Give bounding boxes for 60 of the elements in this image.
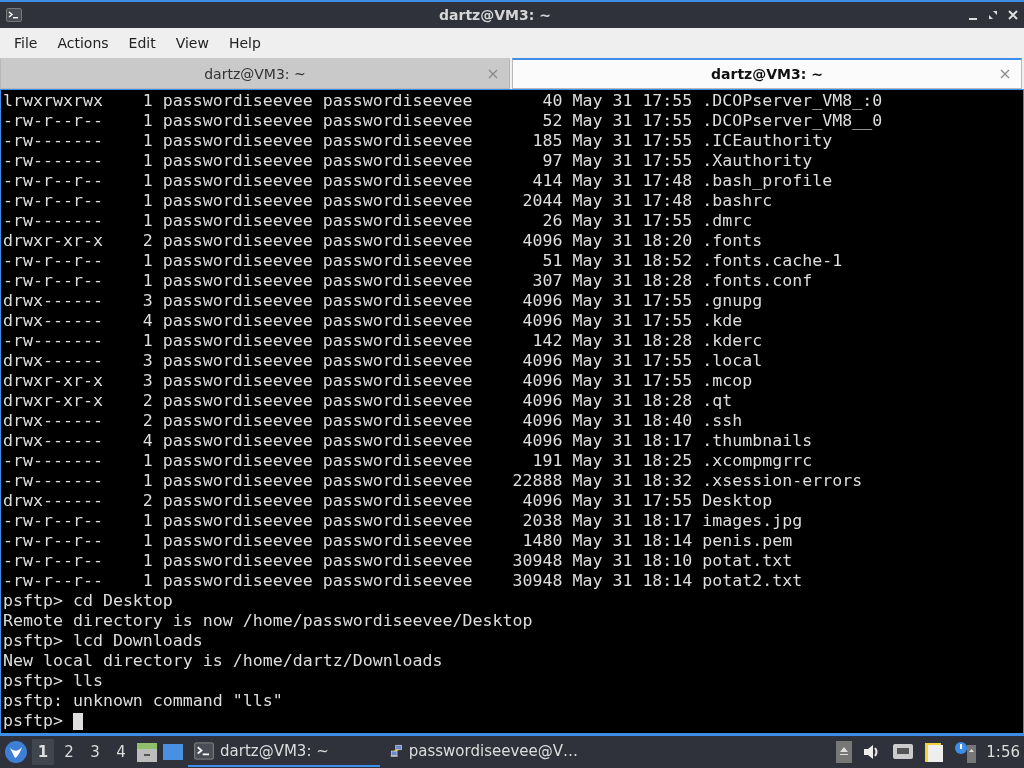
tab[interactable]: dartz@VM3: ~ (0, 58, 510, 89)
tab[interactable]: dartz@VM3: ~ (512, 58, 1022, 89)
terminal-line: drwx------ 2 passwordiseevee passwordiseevee 4096 May 31 18:40 .ssh (3, 411, 743, 431)
terminal-line: lrwxrwxrwx 1 passwordiseevee passwordiseevee 40 May 31 17:55 .DCOPserver_VM8_:0 (3, 91, 883, 111)
terminal-line: drwx------ 4 passwordiseevee passwordiseevee 4096 May 31 17:55 .kde (3, 311, 743, 331)
terminal-line: Remote directory is now /home/passwordiseevee/Desktop (3, 611, 533, 631)
clock: 1:56 (986, 743, 1020, 761)
terminal-line: psftp> lls (3, 671, 103, 691)
terminal-line: -rw-r--r-- 1 passwordiseevee passwordiseevee 307 May 31 18:28 .fonts.conf (3, 271, 813, 291)
notification-icon[interactable] (954, 741, 977, 763)
menu-item[interactable]: Edit (118, 34, 166, 51)
terminal-prompt: psftp> (3, 711, 63, 731)
terminal-line: -rw-r--r-- 1 passwordiseevee passwordiseevee 2044 May 31 17:48 .bashrc (3, 191, 773, 211)
terminal-line: drwx------ 3 passwordiseevee passwordiseevee 4096 May 31 17:55 .gnupg (3, 291, 763, 311)
menu-item[interactable]: Actions (47, 34, 119, 51)
terminal-line: drwx------ 3 passwordiseevee passwordiseevee 4096 May 31 17:55 .local (3, 351, 763, 371)
cursor (72, 712, 83, 730)
ethernet-icon[interactable] (892, 742, 915, 762)
terminal-line: -rw-r--r-- 1 passwordiseevee passwordiseevee 30948 May 31 18:10 potat.txt (3, 551, 793, 571)
clipboard-icon[interactable] (924, 741, 945, 763)
terminal-line: drwx------ 4 passwordiseevee passwordiseevee 4096 May 31 18:17 .thumbnails (3, 431, 813, 451)
terminal-line: drwxr-xr-x 2 passwordiseevee passwordiseevee 4096 May 31 18:20 .fonts (3, 231, 763, 251)
workspace-switch[interactable]: 4 (110, 739, 132, 765)
close-icon[interactable] (1008, 10, 1018, 20)
terminal-line: -rw-r--r-- 1 passwordiseevee passwordiseevee 30948 May 31 18:14 potat2.txt (3, 571, 803, 591)
terminal-line: -rw-r--r-- 1 passwordiseevee passwordiseevee 414 May 31 17:48 .bash_profile (3, 171, 833, 191)
terminal-line: drwxr-xr-x 3 passwordiseevee passwordiseevee 4096 May 31 17:55 .mcop (3, 371, 753, 391)
menu-item[interactable]: Help (218, 34, 271, 51)
terminal-line: -rw-r--r-- 1 passwordiseevee passwordiseevee 52 May 31 17:55 .DCOPserver_VM8__0 (3, 111, 883, 131)
window-title: dartz@VM3: ~ (438, 7, 552, 23)
maximize-icon[interactable] (988, 10, 998, 20)
terminal-line: New local directory is /home/dartz/Downloads (3, 651, 443, 671)
terminal-icon (6, 7, 22, 23)
close-tab-icon[interactable] (999, 68, 1011, 80)
terminal-icon (194, 741, 214, 761)
terminal-line: -rw------- 1 passwordiseevee passwordiseevee 185 May 31 17:55 .ICEauthority (3, 131, 833, 151)
taskbar-task[interactable]: passwordiseevee@V… (384, 737, 584, 767)
terminal-line: -rw------- 1 passwordiseevee passwordiseevee 22888 May 31 18:32 .xsession-errors (3, 471, 863, 491)
terminal-line: -rw------- 1 passwordiseevee passwordiseevee 142 May 31 18:28 .kderc (3, 331, 763, 351)
terminal-line: -rw------- 1 passwordiseevee passwordiseevee 26 May 31 17:55 .dmrc (3, 211, 753, 231)
file-cabinet-icon[interactable] (136, 741, 158, 763)
terminal-line: drwxr-xr-x 2 passwordiseevee passwordiseevee 4096 May 31 18:28 .qt (3, 391, 733, 411)
taskbar-task[interactable]: dartz@VM3: ~ (188, 737, 380, 767)
start-menu-icon[interactable] (4, 740, 28, 764)
menu-item[interactable]: View (165, 34, 219, 51)
terminal-line: psftp: unknown command "lls" (3, 691, 283, 711)
workspace-switch[interactable]: 3 (84, 739, 106, 765)
terminal-line: drwx------ 2 passwordiseevee passwordiseevee 4096 May 31 17:55 Desktop (3, 491, 773, 511)
eject-icon[interactable] (836, 741, 853, 763)
terminal-line: -rw-r--r-- 1 passwordiseevee passwordiseevee 1480 May 31 18:14 penis.pem (3, 531, 793, 551)
terminal-line: -rw-r--r-- 1 passwordiseevee passwordiseevee 2038 May 31 18:17 images.jpg (3, 511, 803, 531)
terminal-line: -rw-r--r-- 1 passwordiseevee passwordiseevee 51 May 31 18:52 .fonts.cache-1 (3, 251, 843, 271)
terminal-line: -rw------- 1 passwordiseevee passwordiseevee 97 May 31 17:55 .Xauthority (3, 151, 813, 171)
workspace-switch[interactable]: 1 (32, 739, 54, 765)
desktop-icon[interactable] (162, 741, 184, 763)
menu-item[interactable]: File (4, 34, 48, 51)
terminal-line: psftp> cd Desktop (3, 591, 173, 611)
terminal-line: psftp> lcd Downloads (3, 631, 203, 651)
workspace-switch[interactable]: 2 (58, 739, 80, 765)
terminal-line: -rw------- 1 passwordiseevee passwordiseevee 191 May 31 18:25 .xcompmgrrc (3, 451, 813, 471)
